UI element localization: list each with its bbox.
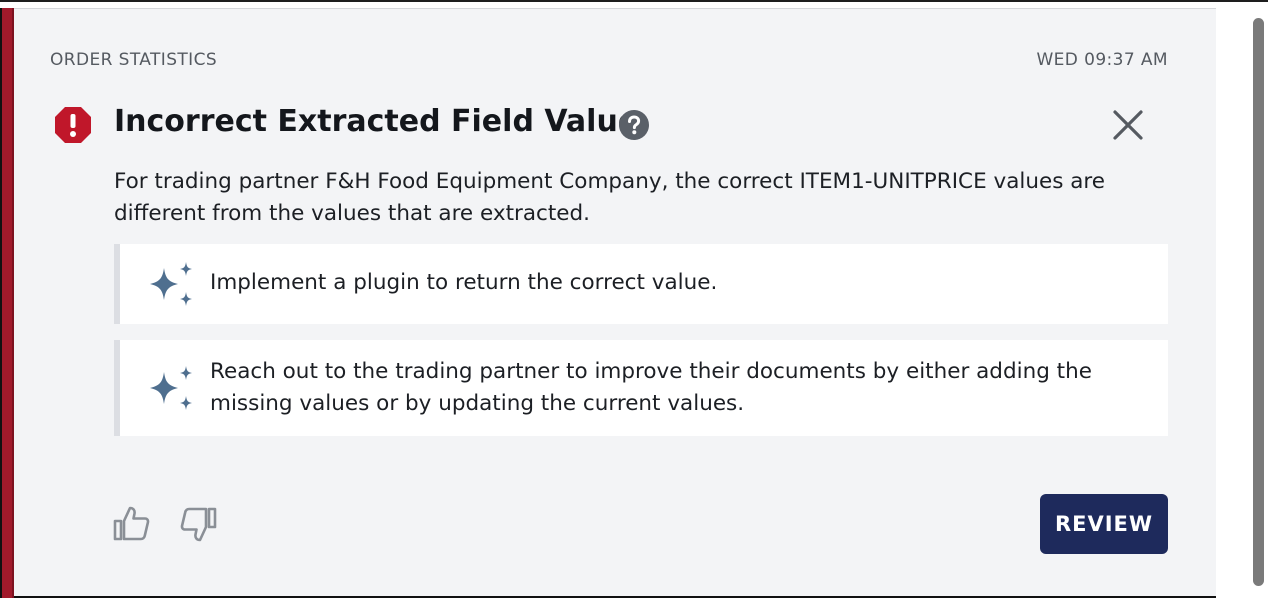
close-icon[interactable] (1111, 108, 1145, 142)
help-circle-icon[interactable] (619, 110, 649, 140)
window-bottom-edge (0, 600, 1268, 608)
card-category: ORDER STATISTICS (50, 50, 218, 70)
thumbs-down-icon[interactable] (180, 504, 218, 544)
suggestion-text: Reach out to the trading partner to impr… (210, 359, 1092, 416)
card-description: For trading partner F&H Food Equipment C… (114, 169, 1106, 226)
suggestion-item: Reach out to the trading partner to impr… (114, 340, 1168, 436)
sparkle-icon (150, 366, 192, 410)
card-timestamp: WED 09:37 AM (1036, 50, 1168, 70)
review-button[interactable]: REVIEW (1040, 494, 1168, 554)
severity-accent-bar (0, 8, 14, 598)
suggestion-item: Implement a plugin to return the correct… (114, 244, 1168, 324)
sparkle-icon (150, 262, 192, 306)
alert-octagon-icon (55, 107, 91, 143)
card-title: Incorrect Extracted Field Value (114, 104, 639, 139)
scrollbar-thumb[interactable] (1253, 18, 1264, 586)
suggestion-text: Implement a plugin to return the correct… (210, 270, 718, 295)
thumbs-up-icon[interactable] (112, 504, 150, 544)
